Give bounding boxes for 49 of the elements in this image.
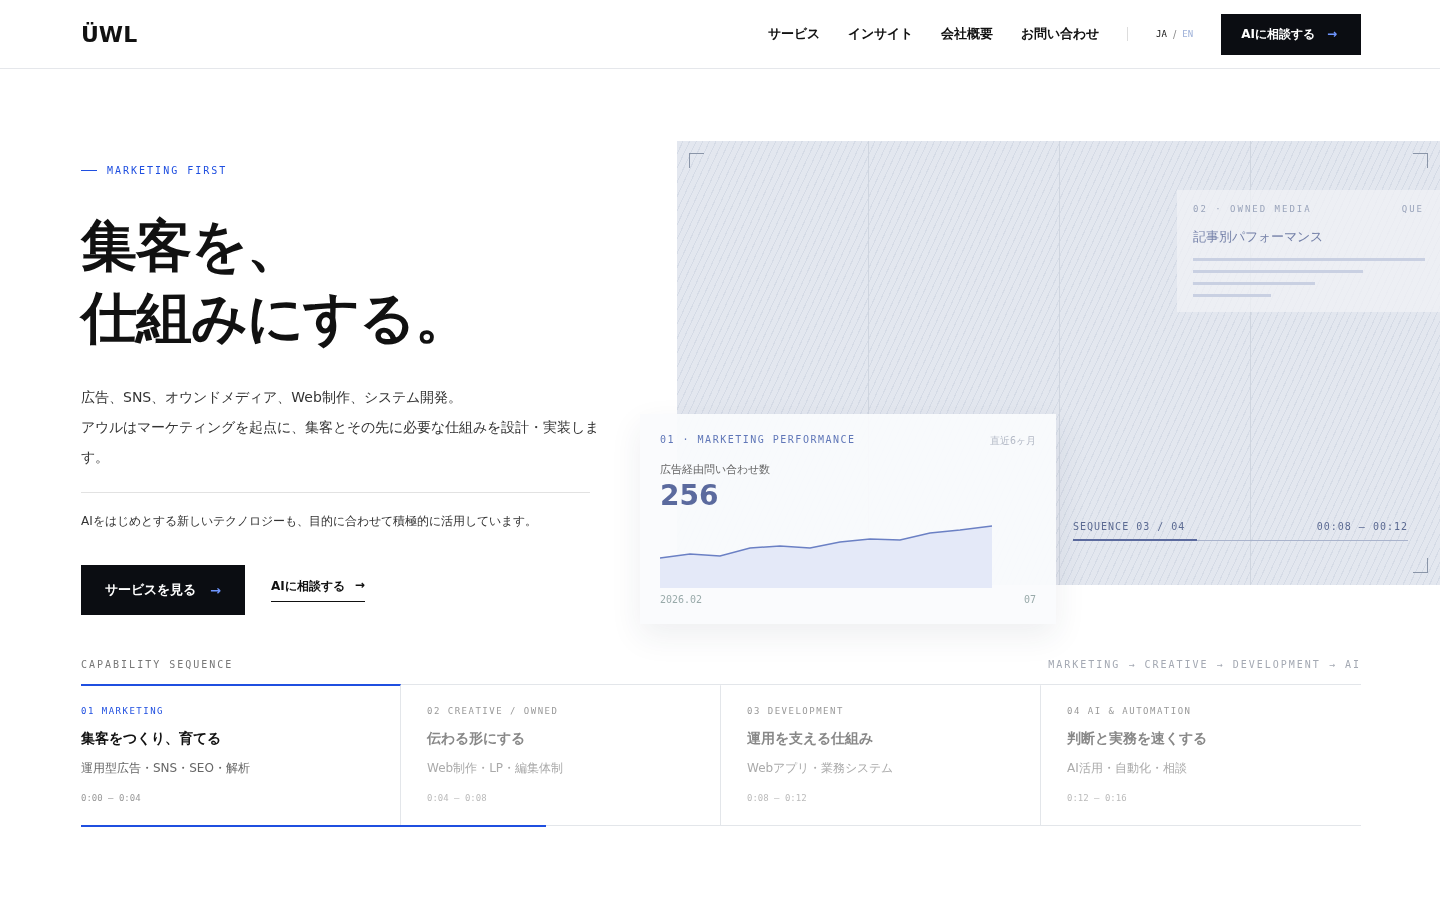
card-title: 記事別パフォーマンス — [1193, 228, 1324, 246]
consult-link[interactable]: AIに相談する → — [270, 578, 365, 602]
capability-tab[interactable]: 03 DEVELOPMENT 運用を支える仕組み Webアプリ・業務システム 0:08 — 0:12 — [721, 684, 1041, 825]
nav-link[interactable]: サービス — [768, 25, 821, 43]
headline: 集客を、 — [81, 212, 303, 280]
capability-index: 03 DEVELOPMENT — [747, 706, 845, 716]
corner-mark — [689, 153, 704, 168]
capability-detail: AI活用・自動化・相談 — [1067, 760, 1188, 777]
nav-link[interactable]: 会社概要 — [941, 25, 994, 43]
capability-title: 運用を支える仕組み — [747, 730, 874, 748]
capability-title: 判断と実務を速くする — [1067, 730, 1208, 748]
corner-mark — [1413, 153, 1428, 168]
axis-label: 2026.02 — [660, 594, 703, 605]
capability-index: 04 AI & AUTOMATION — [1067, 706, 1193, 716]
language-separator: / — [1172, 28, 1177, 40]
capability-tab[interactable]: 04 AI & AUTOMATION 判断と実務を速くする AI活用・自動化・相談 0:12 — 0:16 — [1041, 684, 1361, 825]
card-eyebrow: 02 · OWNED MEDIA — [1193, 204, 1312, 214]
lead-text: アウルはマーケティングを起点に、集客とその先に必要な仕組みを設計・実装します。 — [81, 418, 600, 467]
card-eyebrow: 01 · MARKETING PERFORMANCE — [660, 434, 856, 447]
consult-button[interactable]: AIに相談する → — [1221, 13, 1361, 55]
capability-detail: Webアプリ・業務システム — [747, 760, 895, 777]
capability-time: 0:08 — 0:12 — [747, 793, 808, 803]
capability-index: 01 MARKETING — [81, 706, 166, 716]
note-text: AIをはじめとする新しいテクノロジーも、目的に合わせて積極的に活用しています。 — [81, 513, 538, 530]
capability-title: 集客をつくり、育てる — [81, 730, 222, 748]
nav-link[interactable]: インサイト — [848, 25, 914, 43]
capability-time: 0:04 — 0:08 — [427, 793, 488, 803]
capability-title: 伝わる形にする — [427, 730, 526, 748]
lead-text: 広告、SNS、オウンドメディア、Web制作、システム開発。 — [81, 388, 463, 407]
capability-time: 0:12 — 0:16 — [1067, 793, 1128, 803]
eyebrow-label: MARKETING FIRST — [107, 165, 228, 176]
language-link[interactable]: JA — [1156, 29, 1167, 39]
corner-mark — [1413, 558, 1428, 573]
flow-label: MARKETING → CREATIVE → DEVELOPMENT → AI — [1048, 659, 1361, 670]
section-title: CAPABILITY SEQUENCE — [81, 659, 234, 670]
axis-label: 07 — [1023, 594, 1036, 605]
capability-time: 0:00 — 0:04 — [81, 793, 142, 803]
sequence-label: SEQUENCE 03 / 04 — [1073, 521, 1186, 532]
metric-value: 256 — [660, 479, 720, 512]
capability-detail: 運用型広告・SNS・SEO・解析 — [81, 760, 251, 777]
capability-index: 02 CREATIVE / OWNED — [427, 706, 560, 716]
metric-label: 広告経由問い合わせ数 — [660, 462, 771, 477]
capability-detail: Web制作・LP・編集体制 — [427, 760, 565, 777]
card-side-label: QUE — [1401, 204, 1424, 214]
sequence-time: 00:08 — 00:12 — [1316, 521, 1408, 532]
nav-link[interactable]: お問い合わせ — [1021, 25, 1100, 43]
logo[interactable]: ÜWL — [81, 21, 138, 47]
services-button[interactable]: サービスを見る → — [81, 565, 245, 615]
headline: 仕組みにする。 — [81, 284, 471, 352]
